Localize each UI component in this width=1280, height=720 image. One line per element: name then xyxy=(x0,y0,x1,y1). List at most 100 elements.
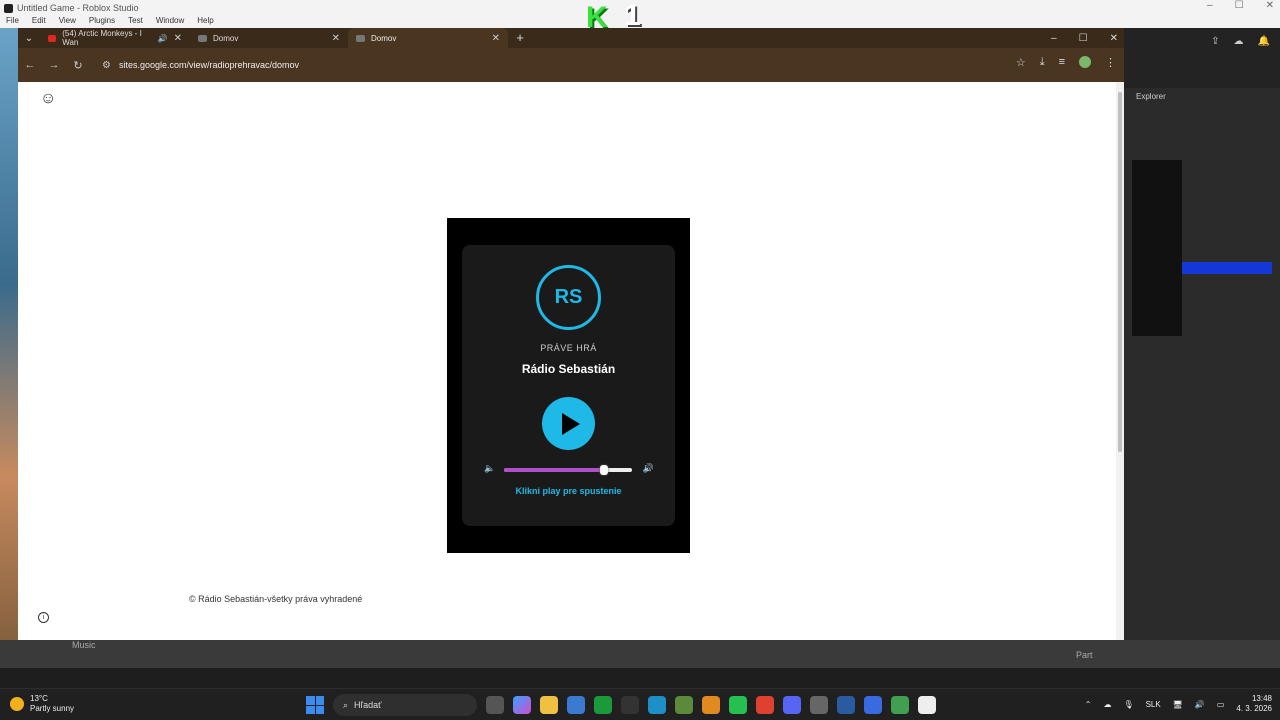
sun-icon xyxy=(10,697,24,711)
file-explorer-icon[interactable] xyxy=(540,696,558,714)
info-icon[interactable]: i xyxy=(38,612,49,623)
part-label: Part xyxy=(1076,650,1093,660)
tab-close-icon[interactable]: ✕ xyxy=(492,33,500,44)
network-icon[interactable]: 🖥 xyxy=(1173,700,1183,709)
minimize-icon[interactable]: – xyxy=(1051,33,1057,44)
chrome-icon[interactable] xyxy=(756,696,774,714)
reading-list-icon[interactable]: ≡ xyxy=(1059,56,1065,69)
explorer-panel xyxy=(1132,160,1182,336)
temperature: 13°C xyxy=(30,694,48,703)
new-tab-button[interactable]: + xyxy=(508,28,532,48)
menu-test[interactable]: Test xyxy=(128,16,143,28)
tab-youtube[interactable]: (54) Arctic Monkeys - I Wan 🔊 ✕ xyxy=(40,28,190,48)
volume-mute-icon[interactable]: 🔈 xyxy=(484,463,495,474)
weather-text: Partly sunny xyxy=(30,704,75,713)
menu-edit[interactable]: Edit xyxy=(32,16,46,28)
music-label: Music xyxy=(72,640,96,650)
battery-icon[interactable]: ▭ xyxy=(1217,700,1225,709)
back-icon[interactable]: ← xyxy=(18,59,42,71)
studio-title: Untitled Game - Roblox Studio xyxy=(17,3,139,13)
page-scrollbar[interactable] xyxy=(1116,82,1124,640)
radio-player-embed: RS PRÁVE HRÁ Rádio Sebastián 🔈 🔊 Klikni … xyxy=(447,218,690,553)
weather-widget[interactable]: 13°C Partly sunny xyxy=(10,694,74,714)
overlay-logo-number: 1 xyxy=(624,0,641,32)
selected-row[interactable] xyxy=(1182,262,1272,274)
roblox-studio-icon[interactable] xyxy=(864,696,882,714)
minecraft-icon[interactable] xyxy=(675,696,693,714)
search-placeholder: Hľadať xyxy=(354,700,382,710)
speaker-icon[interactable]: 🔊 xyxy=(158,34,168,43)
start-icon[interactable] xyxy=(306,696,324,714)
copilot-icon[interactable] xyxy=(513,696,531,714)
menu-window[interactable]: Window xyxy=(156,16,184,28)
language-indicator[interactable]: SLK xyxy=(1146,700,1161,709)
roblox-icon[interactable] xyxy=(918,696,936,714)
bell-icon[interactable]: 🔔 xyxy=(1258,36,1270,80)
volume-control: 🔈 🔊 xyxy=(484,463,654,477)
sites-favicon-icon xyxy=(356,34,365,42)
terminal-icon[interactable] xyxy=(621,696,639,714)
cloud-icon[interactable]: ☁ xyxy=(1234,36,1244,80)
headset-icon[interactable] xyxy=(837,696,855,714)
discord-icon[interactable] xyxy=(783,696,801,714)
copyright-text: © Rádio Sebastián-všetky práva vyhradené xyxy=(189,594,363,604)
share-icon[interactable]: ⇪ xyxy=(1211,36,1219,80)
tab-domov-2-active[interactable]: Domov ✕ xyxy=(348,28,508,48)
time: 13:48 xyxy=(1251,694,1272,703)
studio-viewport-left xyxy=(0,28,18,668)
station-badge: RS xyxy=(536,265,601,330)
download-icon[interactable]: ⤓ xyxy=(1040,56,1045,69)
close-icon[interactable]: ✕ xyxy=(1110,33,1118,44)
tab-label: Domov xyxy=(371,33,397,43)
volume-slider[interactable] xyxy=(504,465,632,475)
menu-file[interactable]: File xyxy=(6,16,19,28)
tab-close-icon[interactable]: ✕ xyxy=(332,33,340,44)
volume-max-icon[interactable]: 🔊 xyxy=(643,463,654,474)
reload-icon[interactable]: ↻ xyxy=(66,59,90,72)
taskbar-apps: ⌕ Hľadať xyxy=(306,694,936,716)
tab-domov-1[interactable]: Domov ✕ xyxy=(190,28,348,48)
microphone-icon[interactable]: 🎙 xyxy=(1123,700,1133,709)
forward-icon[interactable]: → xyxy=(42,59,66,71)
play-button[interactable] xyxy=(542,397,595,450)
scrollbar-thumb[interactable] xyxy=(1118,92,1122,452)
search-icon: ⌕ xyxy=(343,699,349,710)
tab-search-icon[interactable]: ⌄ xyxy=(18,28,40,48)
chevron-up-icon[interactable]: ⌃ xyxy=(1085,700,1092,709)
app-icon[interactable] xyxy=(810,696,828,714)
system-tray: ⌃ ☁ 🎙 SLK 🖥 🔊 ▭ 13:48 4. 3. 2026 xyxy=(1085,694,1272,714)
tab-close-icon[interactable]: ✕ xyxy=(174,33,182,44)
play-icon xyxy=(561,412,580,435)
url-text: sites.google.com/view/radioprehravac/dom… xyxy=(118,60,300,70)
tab-strip: ⌄ (54) Arctic Monkeys - I Wan 🔊 ✕ Domov … xyxy=(18,28,1124,48)
whatsapp-icon[interactable] xyxy=(729,696,747,714)
onedrive-icon[interactable]: ☁ xyxy=(1103,700,1111,709)
store-icon[interactable] xyxy=(567,696,585,714)
site-info-icon[interactable]: ⚙ xyxy=(102,60,111,71)
menu-plugins[interactable]: Plugins xyxy=(89,16,115,28)
menu-help[interactable]: Help xyxy=(197,16,213,28)
task-view-icon[interactable] xyxy=(486,696,504,714)
clock[interactable]: 13:48 4. 3. 2026 xyxy=(1236,694,1272,714)
volume-icon[interactable]: 🔊 xyxy=(1195,700,1205,709)
extension-icon[interactable] xyxy=(1079,56,1091,68)
taskbar-search[interactable]: ⌕ Hľadať xyxy=(333,694,477,716)
tab-label: (54) Arctic Monkeys - I Wan xyxy=(62,29,142,47)
maximize-icon[interactable]: ☐ xyxy=(1079,33,1088,44)
menu-view[interactable]: View xyxy=(59,16,76,28)
blender-icon[interactable] xyxy=(702,696,720,714)
station-name: Rádio Sebastián xyxy=(521,362,616,376)
maximize-icon[interactable]: ☐ xyxy=(1235,0,1244,11)
xbox-icon[interactable] xyxy=(594,696,612,714)
volume-thumb[interactable] xyxy=(599,465,608,475)
volume-fill xyxy=(504,468,604,472)
bookmark-star-icon[interactable]: ☆ xyxy=(1016,56,1026,69)
close-icon[interactable]: ✕ xyxy=(1266,0,1274,11)
site-logo-icon[interactable]: ☺ xyxy=(40,90,60,110)
chrome-active-icon[interactable] xyxy=(891,696,909,714)
address-bar[interactable]: ⚙ sites.google.com/view/radioprehravac/d… xyxy=(102,54,1002,76)
toolbar-icons: ☆ ⤓ ≡ ⋮ xyxy=(1016,56,1116,69)
minimize-icon[interactable]: – xyxy=(1207,0,1213,11)
menu-kebab-icon[interactable]: ⋮ xyxy=(1105,56,1116,69)
edge-icon[interactable] xyxy=(648,696,666,714)
